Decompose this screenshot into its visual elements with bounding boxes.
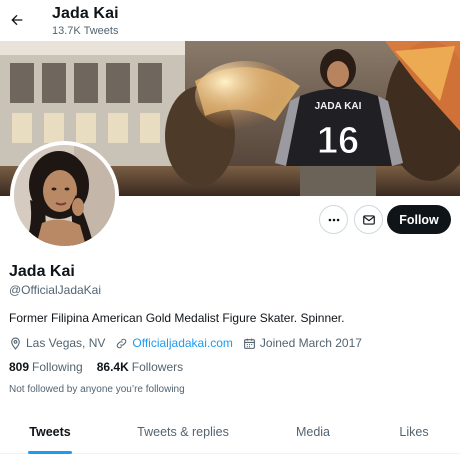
tab-label: Likes: [399, 425, 429, 439]
envelope-icon: [362, 214, 375, 225]
tab-media[interactable]: Media: [273, 410, 353, 454]
profile-tabs: Tweets Tweets & replies Media Likes: [0, 410, 460, 454]
avatar-image: [14, 145, 115, 246]
following-label: Following: [32, 360, 83, 374]
profile-header: Jada Kai 13.7K Tweets: [0, 0, 460, 41]
location-text: Las Vegas, NV: [26, 336, 106, 350]
user-handle: @OfficialJadaKai: [9, 283, 102, 297]
location: Las Vegas, NV: [9, 336, 105, 350]
more-dots-icon: [328, 218, 339, 221]
message-button[interactable]: [354, 205, 383, 234]
join-date-text: Joined March 2017: [259, 336, 362, 350]
tab-label: Tweets & replies: [137, 425, 229, 439]
avatar[interactable]: [10, 141, 119, 250]
followers-count: 86.4K: [96, 360, 129, 374]
back-button[interactable]: [7, 9, 27, 31]
arrow-left-icon: [11, 14, 23, 26]
following-link[interactable]: 809 Following: [9, 360, 83, 374]
website: Officialjadakai.com: [115, 336, 233, 350]
followers-label: Followers: [131, 360, 184, 374]
banner-jacket-text: JADA KAI: [315, 101, 362, 112]
follow-button[interactable]: Follow: [387, 205, 451, 234]
display-name: Jada Kai: [9, 263, 75, 280]
following-count: 809: [9, 360, 30, 374]
follow-stats: 809 Following 86.4K Followers: [9, 360, 197, 374]
followers-link[interactable]: 86.4K Followers: [97, 360, 183, 374]
tab-label: Tweets: [29, 425, 71, 439]
tab-label: Media: [295, 425, 331, 439]
not-followed-note: Not followed by anyone you’re following: [9, 384, 185, 395]
website-link[interactable]: Officialjadakai.com: [132, 336, 233, 350]
active-tab-indicator: [28, 451, 72, 454]
more-button[interactable]: [319, 205, 348, 234]
header-name: Jada Kai: [52, 5, 119, 22]
location-pin-icon: [11, 337, 20, 350]
join-date: Joined March 2017: [243, 336, 362, 350]
tab-likes[interactable]: Likes: [375, 410, 453, 454]
profile-meta: Las Vegas, NV Officialjadakai.com Joined…: [9, 335, 372, 351]
bio: Former Filipina American Gold Medalist F…: [9, 311, 345, 325]
tab-tweets-replies[interactable]: Tweets & replies: [113, 410, 253, 454]
tab-tweets[interactable]: Tweets: [0, 410, 100, 454]
header-tweet-count: 13.7K Tweets: [52, 25, 119, 37]
calendar-icon: [243, 338, 255, 349]
link-icon: [117, 338, 127, 348]
banner-jacket-number: 16: [317, 120, 359, 162]
